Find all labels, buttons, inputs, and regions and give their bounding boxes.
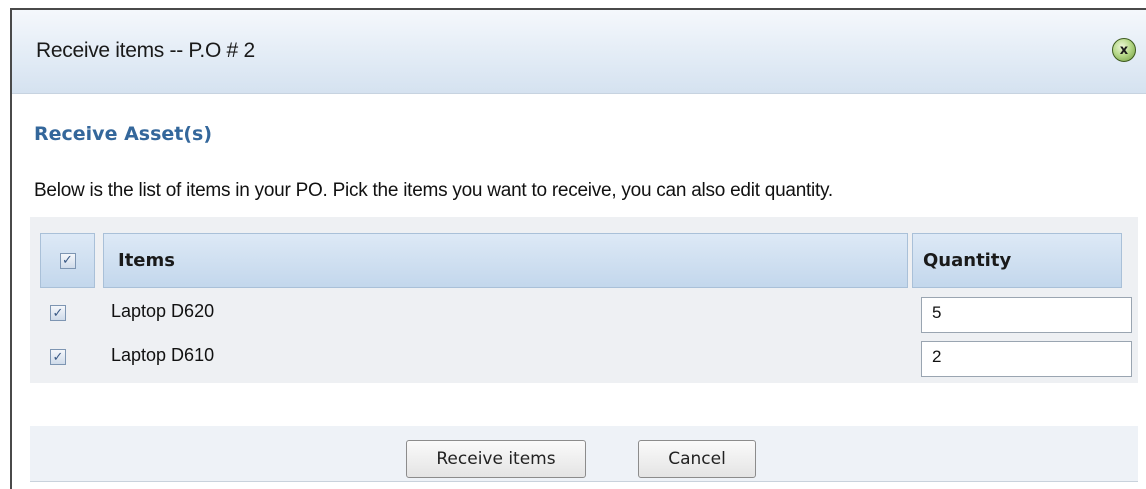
column-header-items[interactable]: Items — [103, 233, 908, 288]
column-header-quantity[interactable]: Quantity — [912, 233, 1122, 288]
close-glyph: x — [1119, 42, 1129, 58]
check-icon: ✓ — [52, 305, 64, 321]
check-icon: ✓ — [52, 349, 64, 365]
row-checkbox-laptop-d610[interactable]: ✓ — [50, 349, 66, 365]
select-all-header: ✓ — [40, 233, 95, 288]
section-heading: Receive Asset(s) — [34, 123, 213, 145]
quantity-input[interactable]: 5 — [921, 297, 1132, 333]
dialog-title: Receive items -- P.O # 2 — [36, 39, 255, 62]
receive-items-button[interactable]: Receive items — [406, 440, 586, 478]
dialog-footer: Receive items Cancel — [30, 426, 1138, 482]
quantity-input[interactable]: 2 — [921, 341, 1132, 377]
instructions-text: Below is the list of items in your PO. P… — [34, 180, 833, 201]
select-all-checkbox[interactable]: ✓ — [59, 252, 76, 269]
close-icon[interactable]: x — [1112, 38, 1136, 62]
receive-items-dialog: Receive items -- P.O # 2 x Receive Asset… — [10, 8, 1146, 489]
items-table: ✓ Items Quantity ✓ Laptop D620 5 ✓ Lapto… — [30, 217, 1138, 383]
item-name: Laptop D610 — [111, 345, 215, 365]
dialog-titlebar[interactable]: Receive items -- P.O # 2 x — [12, 10, 1146, 94]
cancel-button[interactable]: Cancel — [638, 440, 756, 478]
row-checkbox-laptop-d620[interactable]: ✓ — [50, 305, 66, 321]
item-name: Laptop D620 — [111, 301, 215, 321]
check-icon: ✓ — [62, 253, 73, 268]
